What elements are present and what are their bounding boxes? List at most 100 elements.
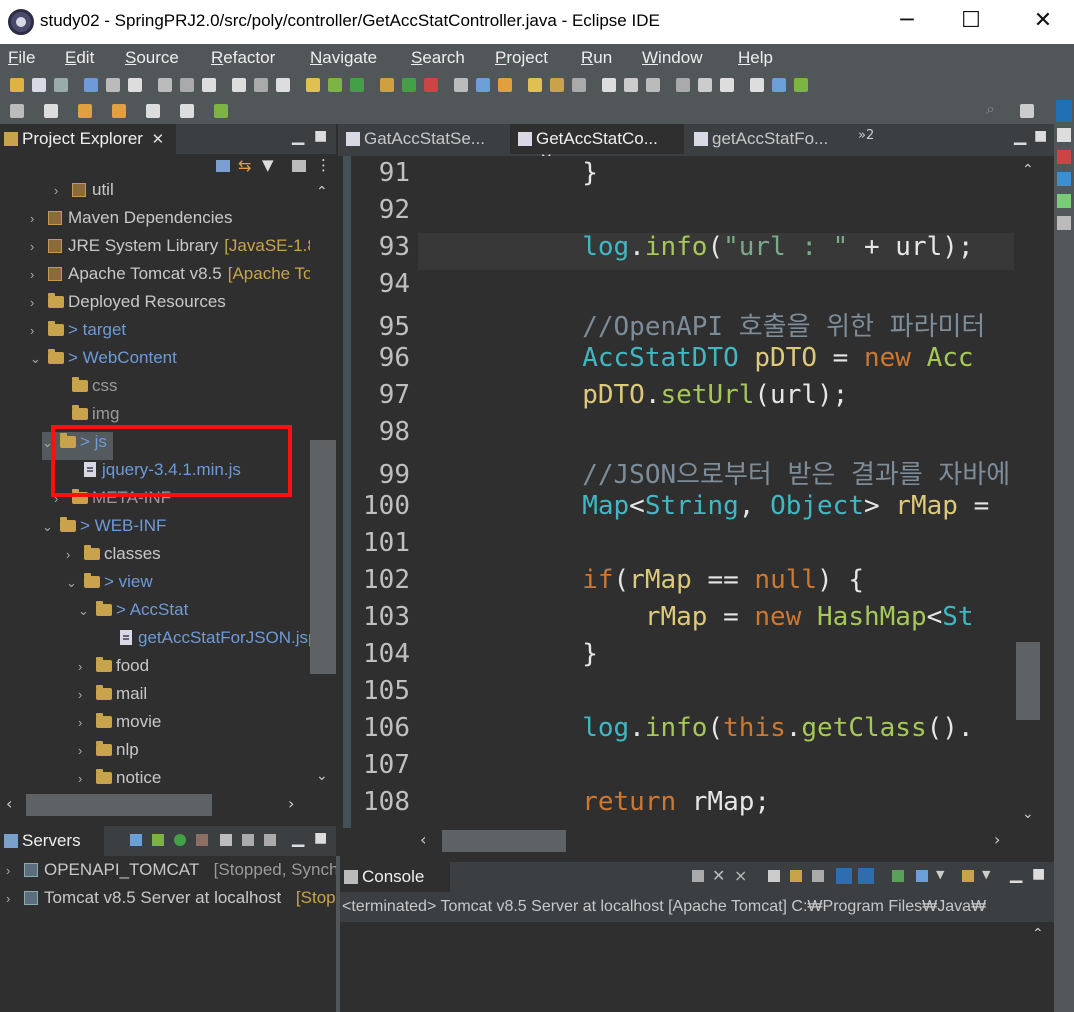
code-line[interactable]: 95 //OpenAPI 호출을 위한 파라미터: [356, 306, 1016, 343]
step-return-icon[interactable]: [276, 78, 290, 92]
menu-help[interactable]: Help: [738, 48, 773, 68]
display-console-icon[interactable]: [916, 870, 928, 882]
tree-item[interactable]: › Apache Tomcat v8.5 [Apache Tomcat v8.5]: [30, 264, 310, 292]
tree-item[interactable]: › food: [78, 656, 149, 684]
step-into-icon[interactable]: [232, 78, 246, 92]
whitespace-icon[interactable]: [698, 78, 712, 92]
tree-item[interactable]: ⌄ > view: [66, 572, 153, 600]
chevron-right-icon[interactable]: ›: [78, 771, 94, 786]
step-over-icon[interactable]: [254, 78, 268, 92]
open-task-icon[interactable]: [498, 78, 512, 92]
task-icon[interactable]: [306, 78, 320, 92]
quick-access-search-icon[interactable]: ⌕: [986, 99, 995, 119]
word-wrap-icon[interactable]: [812, 870, 824, 882]
chevron-right-icon[interactable]: ›: [30, 323, 46, 338]
maximize-editor-icon[interactable]: ■: [1034, 128, 1047, 144]
run-icon[interactable]: [350, 78, 364, 92]
editor-tab-getaccstatforjson[interactable]: getAccStatFo...: [686, 124, 856, 154]
menu-window[interactable]: Window: [642, 48, 702, 68]
code-line[interactable]: 100 Map<String, Object> rMap =: [356, 491, 1016, 528]
minimize-editor-icon[interactable]: ▁: [1014, 126, 1026, 145]
debug-perspective-icon[interactable]: [794, 78, 808, 92]
menu-search[interactable]: Search: [411, 48, 465, 68]
search-icon[interactable]: [128, 78, 142, 92]
scroll-lock-icon[interactable]: [790, 870, 802, 882]
chevron-right-icon[interactable]: ›: [30, 211, 46, 226]
debug-icon[interactable]: [328, 78, 342, 92]
menu-run[interactable]: Run: [581, 48, 612, 68]
problems-icon[interactable]: [1057, 172, 1071, 186]
maximize-view-icon[interactable]: ■: [314, 128, 327, 144]
toggle-icon[interactable]: [572, 78, 586, 92]
chevron-down-icon[interactable]: ⌄: [78, 603, 94, 619]
tree-item[interactable]: css: [54, 376, 118, 404]
external-tools-icon[interactable]: [424, 78, 438, 92]
task-list-icon[interactable]: [1057, 150, 1071, 164]
menu-project[interactable]: Project: [495, 48, 548, 68]
tree-hscroll-thumb[interactable]: [26, 794, 212, 816]
block-icon[interactable]: [676, 78, 690, 92]
outline-icon[interactable]: [1057, 128, 1071, 142]
code-line[interactable]: 96 AccStatDTO pDTO = new Acc: [356, 343, 1016, 380]
open-type-icon[interactable]: [106, 78, 120, 92]
tree-scroll-thumb[interactable]: [310, 440, 336, 674]
code-line[interactable]: 94: [356, 269, 1016, 306]
filter-icon[interactable]: ▼: [262, 156, 274, 174]
chevron-right-icon[interactable]: ›: [78, 687, 94, 702]
new-icon[interactable]: [10, 78, 24, 92]
server-item-tomcat[interactable]: ›Tomcat v8.5 Server at localhost [Stoppe…: [6, 888, 336, 916]
editor-hscrollbar[interactable]: ‹ ›: [416, 828, 1014, 854]
code-line[interactable]: 92: [356, 195, 1016, 232]
collapse-all-icon[interactable]: [216, 160, 230, 172]
chevron-down-icon[interactable]: ⌄: [30, 351, 46, 367]
tree-item[interactable]: › > target: [30, 320, 126, 348]
terminate-icon[interactable]: [692, 870, 704, 882]
dropdown-icon[interactable]: ▼: [936, 868, 944, 881]
java-perspective-icon[interactable]: [772, 78, 786, 92]
globe-icon[interactable]: [750, 78, 764, 92]
console-scroll-up[interactable]: ⌃: [1032, 926, 1044, 942]
editor-vscrollbar[interactable]: ⌃ ⌄: [1014, 156, 1042, 828]
code-line[interactable]: 106 log.info(this.getClass().: [356, 713, 1016, 750]
back-history-icon[interactable]: [10, 104, 24, 118]
code-line[interactable]: 99 //JSON으로부터 받은 결과를 자바에: [356, 454, 1016, 491]
chevron-right-icon[interactable]: ›: [30, 267, 46, 282]
minimize-view-icon[interactable]: ▁: [292, 126, 304, 145]
pin-console-icon[interactable]: [892, 870, 904, 882]
tree-item[interactable]: ⌄ > WEB-INF: [42, 516, 166, 544]
suspend-icon[interactable]: [180, 78, 194, 92]
markers-icon[interactable]: [1057, 216, 1071, 230]
tree-item[interactable]: getAccStatForJSON.jsp: [102, 628, 310, 656]
back-icon[interactable]: [146, 104, 160, 118]
editor-tab-getaccstatcontroller[interactable]: GetAccStatCo... ✕: [510, 124, 684, 168]
tree-item[interactable]: › mail: [78, 684, 147, 712]
tree-item[interactable]: › nlp: [78, 740, 139, 768]
editor-tab-gataccstatservice[interactable]: GatAccStatSe...: [338, 124, 508, 154]
close-button[interactable]: ✕: [1020, 6, 1066, 36]
minimize-view-icon[interactable]: ▁: [292, 828, 304, 847]
tab-overflow-button[interactable]: »2: [858, 128, 874, 143]
tree-item[interactable]: › Maven Dependencies: [30, 208, 232, 236]
close-icon[interactable]: ✕: [152, 131, 165, 148]
editor-scroll-thumb[interactable]: [1016, 642, 1040, 720]
annotation-icon[interactable]: [528, 78, 542, 92]
tree-item[interactable]: › classes: [66, 544, 161, 572]
minimize-button[interactable]: ─: [884, 6, 930, 36]
save-all-icon[interactable]: [84, 78, 98, 92]
chevron-down-icon[interactable]: ⌄: [42, 519, 58, 535]
code-line[interactable]: 97 pDTO.setUrl(url);: [356, 380, 1016, 417]
save-icon[interactable]: [54, 78, 68, 92]
dropdown-icon[interactable]: [32, 78, 46, 92]
remove-launch-icon[interactable]: ✕: [712, 866, 725, 885]
clear-console-icon[interactable]: [768, 870, 780, 882]
tree-item[interactable]: ⌄ > WebContent: [30, 348, 177, 376]
code-line[interactable]: 103 rMap = new HashMap<St: [356, 602, 1016, 639]
link-with-editor-icon[interactable]: ⇆: [238, 156, 251, 175]
tab-servers[interactable]: Servers ✕: [0, 826, 104, 870]
open-perspective-icon[interactable]: [1020, 104, 1034, 118]
chevron-right-icon[interactable]: ›: [54, 183, 70, 198]
code-line[interactable]: 104 }: [356, 639, 1016, 676]
start-server-icon[interactable]: [152, 834, 164, 846]
open-console-icon[interactable]: [962, 870, 974, 882]
publish-icon[interactable]: [242, 834, 254, 846]
